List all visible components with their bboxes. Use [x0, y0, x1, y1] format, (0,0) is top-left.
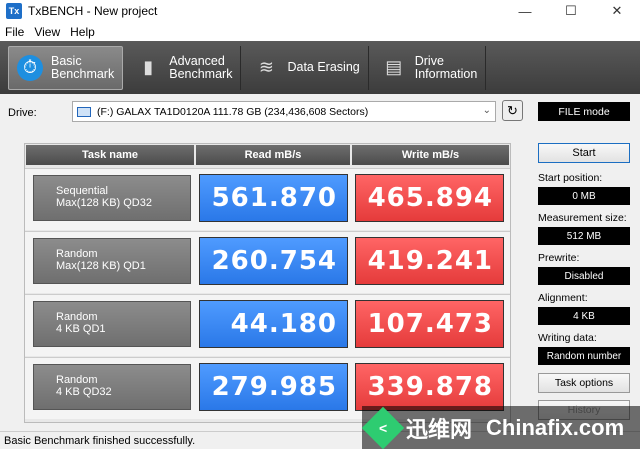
alignment-label: Alignment:: [538, 292, 588, 304]
drive-select-value: (F:) GALAX TA1D0120A 111.78 GB (234,436,…: [97, 105, 369, 118]
menu-bar: File View Help: [0, 22, 640, 41]
writing-data-value[interactable]: Random number: [538, 347, 630, 365]
writing-data-label: Writing data:: [538, 332, 597, 344]
tab-basic-benchmark[interactable]: ⏱ Basic Benchmark: [8, 45, 124, 90]
minimize-button[interactable]: —: [502, 0, 548, 22]
header-write: Write mB/s: [352, 145, 509, 165]
drive-label: Drive:: [8, 107, 37, 119]
table-row: Sequential Max(128 KB) QD32 561.870 465.…: [25, 168, 510, 230]
tab-drive-information-label: Drive Information: [414, 53, 478, 81]
table-row: Random 4 KB QD1 44.180 107.473: [25, 294, 510, 356]
status-text: Basic Benchmark finished successfully.: [4, 434, 196, 447]
write-value: 107.473: [355, 300, 504, 348]
start-position-label: Start position:: [538, 172, 603, 184]
drive-icon: [77, 106, 91, 117]
read-value: 260.754: [199, 237, 348, 285]
drive-info-icon: ▤: [385, 57, 403, 77]
write-value: 339.878: [355, 363, 504, 411]
watermark-en-text: Chinafix.com: [486, 414, 625, 440]
header-read: Read mB/s: [196, 145, 350, 165]
tab-data-erasing-label: Data Erasing: [287, 60, 360, 74]
prewrite-label: Prewrite:: [538, 252, 580, 264]
read-value: 279.985: [199, 363, 348, 411]
window-title: TxBENCH - New project: [28, 4, 158, 18]
header-task-name: Task name: [26, 145, 194, 165]
eraser-icon: ≋: [258, 57, 275, 77]
measurement-size-label: Measurement size:: [538, 212, 627, 224]
title-bar: Tx TxBENCH - New project — ☐ ✕: [0, 0, 640, 22]
file-mode-indicator: FILE mode: [538, 102, 630, 121]
maximize-button[interactable]: ☐: [548, 0, 594, 22]
toolbar: ⏱ Basic Benchmark ▮ Advanced Benchmark ≋…: [0, 41, 640, 94]
refresh-button[interactable]: ↻: [502, 100, 523, 121]
read-value: 44.180: [199, 300, 348, 348]
prewrite-value[interactable]: Disabled: [538, 267, 630, 285]
drive-select[interactable]: (F:) GALAX TA1D0120A 111.78 GB (234,436,…: [72, 101, 496, 122]
app-icon: Tx: [6, 3, 22, 19]
refresh-icon: ↻: [507, 102, 518, 118]
task-button-random-qd1[interactable]: Random Max(128 KB) QD1: [33, 238, 191, 284]
task-button-sequential-qd32[interactable]: Sequential Max(128 KB) QD32: [33, 175, 191, 221]
watermark-cn-text: 迅维网: [406, 416, 473, 442]
results-table: Task name Read mB/s Write mB/s Sequentia…: [24, 143, 511, 423]
table-row: Random Max(128 KB) QD1 260.754 419.241: [25, 231, 510, 293]
close-button[interactable]: ✕: [594, 0, 640, 22]
tab-basic-benchmark-label: Basic Benchmark: [51, 53, 115, 81]
start-button[interactable]: Start: [538, 143, 630, 163]
write-value: 465.894: [355, 174, 504, 222]
start-position-value[interactable]: 0 MB: [538, 187, 630, 205]
menu-file[interactable]: File: [0, 25, 29, 39]
tab-drive-information[interactable]: ▤ Drive Information: [373, 45, 487, 90]
tab-data-erasing[interactable]: ≋ Data Erasing: [245, 45, 369, 90]
tab-advanced-benchmark[interactable]: ▮ Advanced Benchmark: [127, 45, 242, 90]
measurement-size-value[interactable]: 512 MB: [538, 227, 630, 245]
task-button-random-4kb-qd1[interactable]: Random 4 KB QD1: [33, 301, 191, 347]
chevron-down-icon: ⌄: [482, 105, 491, 116]
tab-advanced-benchmark-label: Advanced Benchmark: [169, 53, 233, 81]
stopwatch-icon: ⏱: [17, 54, 43, 81]
watermark: < 迅维网 Chinafix.com: [361, 406, 640, 449]
task-options-button[interactable]: Task options: [538, 373, 630, 393]
menu-view[interactable]: View: [29, 25, 65, 39]
write-value: 419.241: [355, 237, 504, 285]
bar-chart-icon: ▮: [143, 57, 154, 77]
menu-help[interactable]: Help: [65, 25, 100, 39]
read-value: 561.870: [199, 174, 348, 222]
watermark-logo-icon: <: [361, 406, 405, 449]
alignment-value[interactable]: 4 KB: [538, 307, 630, 325]
task-button-random-4kb-qd32[interactable]: Random 4 KB QD32: [33, 364, 191, 410]
